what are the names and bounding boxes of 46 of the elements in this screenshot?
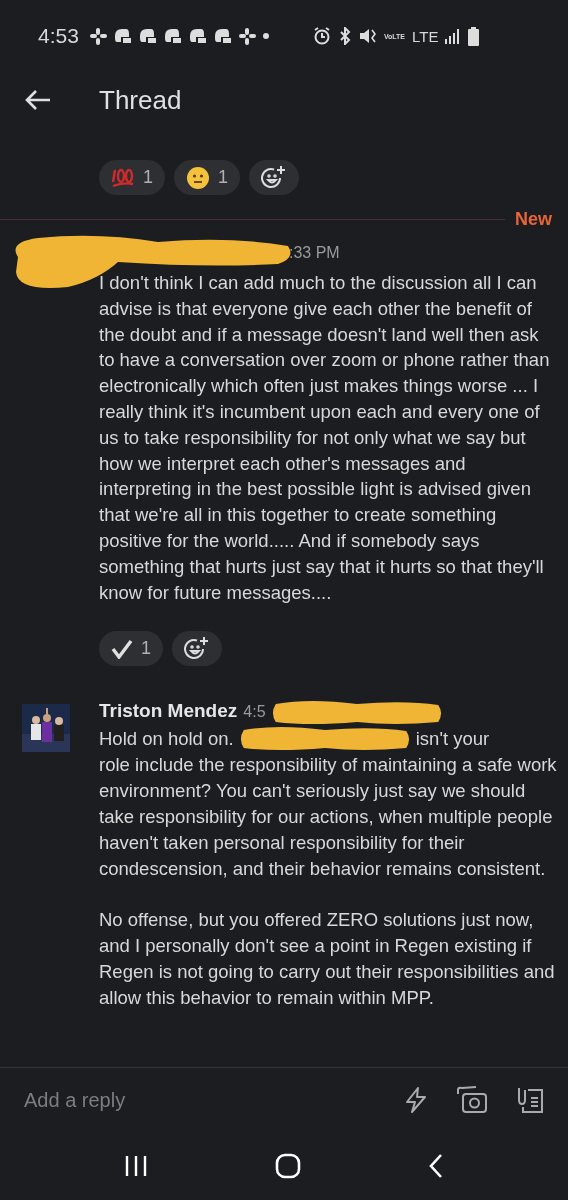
recent-apps-icon[interactable]: [123, 1154, 148, 1178]
header-title: Thread: [99, 84, 182, 116]
attachment-icon[interactable]: [516, 1086, 544, 1114]
neutral-face-icon: [186, 165, 210, 190]
reaction-count: 1: [218, 167, 229, 188]
bluetooth-icon: [337, 27, 352, 45]
add-reaction-icon: [184, 635, 210, 662]
notification-icon: [138, 28, 157, 44]
message-time: :33 PM: [289, 244, 340, 262]
new-messages-label: New: [515, 209, 552, 230]
home-icon[interactable]: [275, 1153, 301, 1179]
author-name[interactable]: Triston Mendez: [99, 700, 238, 723]
notification-icon: [163, 28, 182, 44]
reaction-count: 1: [143, 167, 153, 188]
lightning-icon[interactable]: [404, 1086, 428, 1114]
hundred-points-icon: [111, 166, 135, 189]
status-time: 4:53: [38, 24, 79, 48]
notification-icon: [89, 27, 107, 45]
dot-icon: [262, 33, 269, 39]
add-reaction-icon: [261, 164, 288, 191]
notification-icon: [213, 28, 232, 44]
message-text: isn't your: [415, 727, 490, 752]
add-reaction-button[interactable]: [249, 160, 300, 195]
reply-field[interactable]: Add a reply: [22, 1087, 376, 1113]
reaction-button[interactable]: 1: [99, 631, 163, 667]
notification-icon: [238, 27, 256, 45]
reaction-button[interactable]: 1: [99, 160, 165, 195]
camera-icon[interactable]: [456, 1086, 488, 1114]
message-time: 4:5: [243, 703, 266, 722]
check-icon: [111, 638, 133, 659]
message-text: No offense, but you offered ZERO solutions just now, and I personally don't see a point in Regen existing if Regen is not going to carry out their responsibilities and allow this behavior to remain within MPP.: [99, 909, 555, 1008]
reaction-button[interactable]: 1: [174, 160, 241, 195]
add-reaction-button[interactable]: [172, 631, 222, 667]
notification-icon: [188, 28, 207, 44]
back-icon[interactable]: [428, 1153, 445, 1179]
back-arrow-icon[interactable]: [25, 89, 51, 111]
alarm-icon: [312, 27, 331, 45]
mute-icon: [358, 27, 377, 45]
battery-icon: [468, 26, 480, 46]
message-text: Hold on hold on.: [99, 727, 234, 752]
network-label: LTE: [412, 27, 439, 45]
signal-icon: [445, 28, 462, 44]
message-text: I don't think I can add much to the discussion all I can advise is that everyone give each other the benefit of the doubt and if a message doesn't land well then ask to have a conversation over zoom or phone rather than electronically which often just makes things worse ... I really think it's incumbent upon each and every one of us to take responsibility for not only what we say but how we interpret each other's messages and interpreting in the best possible light is advised given that we're all in this together to create something positive for the world..... And if somebody says something that hurts just say that it hurts so that they'll know for future messages....: [99, 272, 550, 603]
message-text: role include the responsibility of maintaining a safe work environment? You can't seriously just say we should take responsibility for our actions, when multiple people haven't taken personal responsibility for their condescension, and their behavior remains consistent.: [99, 753, 558, 881]
reaction-count: 1: [141, 638, 151, 660]
notification-icon: [113, 28, 132, 44]
